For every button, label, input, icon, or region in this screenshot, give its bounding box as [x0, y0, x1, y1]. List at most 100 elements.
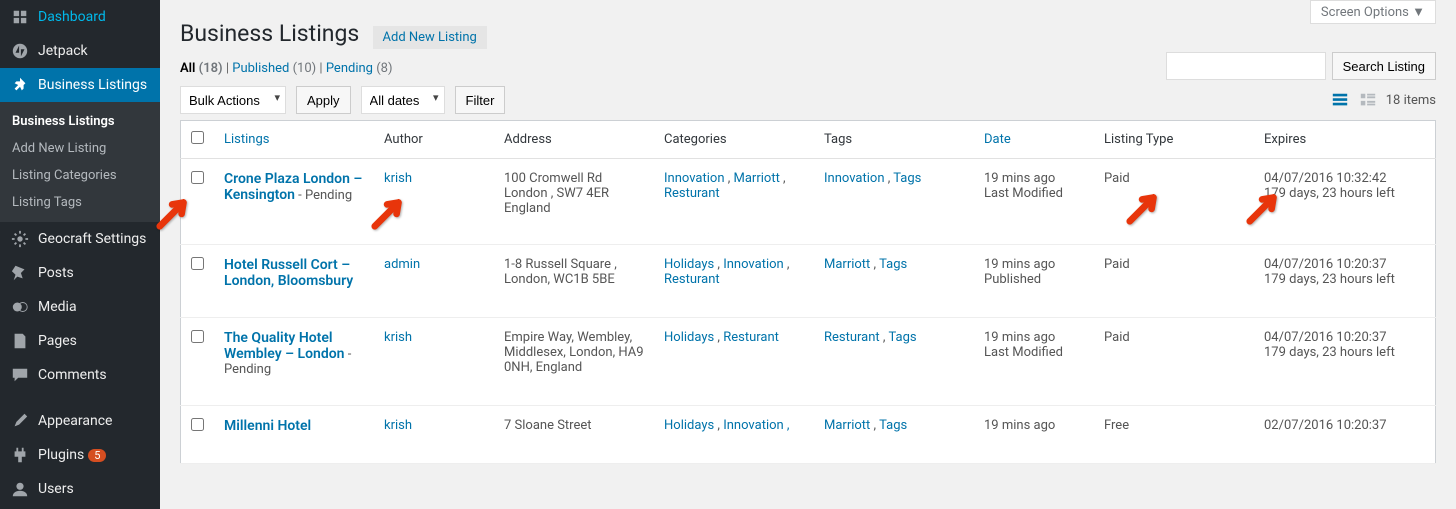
- sidebar-item-posts[interactable]: Posts: [0, 256, 160, 290]
- select-all-checkbox[interactable]: [191, 131, 204, 144]
- category-link[interactable]: Resturant: [664, 272, 720, 287]
- author-link[interactable]: krish: [384, 418, 412, 433]
- author-link[interactable]: admin: [384, 257, 420, 272]
- apply-button[interactable]: Apply: [296, 86, 351, 114]
- sidebar-item-comments[interactable]: Comments: [0, 358, 160, 392]
- tag-link[interactable]: Resturant: [824, 330, 880, 345]
- list-view-icon[interactable]: [1330, 90, 1350, 110]
- expires-cell: 04/07/2016 10:32:42179 days, 23 hours le…: [1254, 159, 1436, 245]
- tag-link[interactable]: Tags: [879, 257, 907, 272]
- listing-title[interactable]: Hotel Russell Cort – London, Bloomsbury: [224, 257, 353, 289]
- category-link[interactable]: Innovation ,: [723, 418, 789, 433]
- row-checkbox[interactable]: [191, 171, 204, 184]
- filter-button[interactable]: Filter: [455, 86, 506, 114]
- row-checkbox[interactable]: [191, 418, 204, 431]
- filter-all[interactable]: All (18): [180, 61, 223, 76]
- sidebar-item-jetpack[interactable]: Jetpack: [0, 34, 160, 68]
- col-listing-type: Listing Type: [1094, 121, 1254, 159]
- sidebar-item-media[interactable]: Media: [0, 290, 160, 324]
- sidebar-label: Media: [38, 299, 77, 315]
- author-link[interactable]: krish: [384, 171, 412, 186]
- sidebar-item-appearance[interactable]: Appearance: [0, 404, 160, 438]
- category-link[interactable]: Resturant: [723, 330, 779, 345]
- row-checkbox[interactable]: [191, 257, 204, 270]
- jetpack-icon: [10, 41, 30, 61]
- table-row: The Quality Hotel Wembley – London - Pen…: [181, 318, 1436, 406]
- tag-link[interactable]: Tags: [888, 330, 916, 345]
- sidebar-label: Plugins: [38, 447, 84, 463]
- date-cell: 19 mins agoPublished: [974, 245, 1094, 318]
- listing-type-cell: Free: [1094, 406, 1254, 464]
- table-row: Millenni Hotel krish 7 Sloane Street Holida…: [181, 406, 1436, 464]
- date-cell: 19 mins agoLast Modified: [974, 318, 1094, 406]
- dashboard-icon: [10, 7, 30, 27]
- submenu-item-categories[interactable]: Listing Categories: [0, 162, 160, 189]
- date-cell: 19 mins agoLast Modified: [974, 159, 1094, 245]
- sidebar-label: Comments: [38, 367, 107, 383]
- col-listings[interactable]: Listings: [224, 132, 269, 147]
- submenu-item-add-new[interactable]: Add New Listing: [0, 135, 160, 162]
- category-link[interactable]: Innovation: [723, 257, 784, 272]
- author-link[interactable]: krish: [384, 330, 412, 345]
- sidebar-label: Posts: [38, 265, 74, 281]
- tag-link[interactable]: Marriott: [824, 418, 870, 433]
- plugin-icon: [10, 445, 30, 465]
- category-link[interactable]: Holidays: [664, 418, 714, 433]
- sidebar-item-dashboard[interactable]: Dashboard: [0, 0, 160, 34]
- tag-link[interactable]: Tags: [879, 418, 907, 433]
- table-row: Hotel Russell Cort – London, Bloomsbury a…: [181, 245, 1436, 318]
- sidebar-label: Dashboard: [38, 9, 106, 25]
- main-content: Screen Options ▼ Business Listings Add N…: [160, 0, 1456, 509]
- tags-cell: Marriott , Tags: [814, 406, 974, 464]
- sidebar-item-geocraft[interactable]: Geocraft Settings: [0, 222, 160, 256]
- media-icon: [10, 297, 30, 317]
- sidebar-item-users[interactable]: Users: [0, 472, 160, 506]
- sidebar-item-plugins[interactable]: Plugins 5: [0, 438, 160, 472]
- sidebar-submenu: Business Listings Add New Listing Listin…: [0, 102, 160, 222]
- listings-table: Listings Author Address Categories Tags …: [180, 120, 1436, 464]
- expires-cell: 04/07/2016 10:20:37179 days, 23 hours le…: [1254, 318, 1436, 406]
- category-link[interactable]: Marriott: [734, 171, 780, 186]
- sidebar-item-business-listings[interactable]: Business Listings: [0, 68, 160, 102]
- filter-pending[interactable]: Pending (8): [326, 61, 393, 76]
- search-button[interactable]: Search Listing: [1332, 52, 1436, 80]
- col-date[interactable]: Date: [984, 132, 1011, 147]
- row-checkbox[interactable]: [191, 330, 204, 343]
- caret-down-icon: ▼: [1412, 5, 1425, 20]
- sidebar-label: Geocraft Settings: [38, 231, 146, 247]
- listing-title[interactable]: The Quality Hotel Wembley – London: [224, 330, 344, 362]
- address-cell: 7 Sloane Street: [494, 406, 654, 464]
- date-filter-select[interactable]: All dates: [361, 86, 445, 114]
- pin-icon: [10, 75, 30, 95]
- category-link[interactable]: Resturant: [664, 186, 720, 201]
- add-new-button[interactable]: Add New Listing: [373, 26, 487, 49]
- tag-link[interactable]: Marriott: [824, 257, 870, 272]
- search-input[interactable]: [1166, 52, 1326, 80]
- tags-cell: Marriott , Tags: [814, 245, 974, 318]
- category-link[interactable]: Holidays: [664, 257, 714, 272]
- sidebar-label: Appearance: [38, 413, 112, 429]
- sidebar-item-pages[interactable]: Pages: [0, 324, 160, 358]
- submenu-item-listings[interactable]: Business Listings: [0, 108, 160, 135]
- listing-title[interactable]: Millenni Hotel: [224, 418, 311, 434]
- bulk-actions-select[interactable]: Bulk Actions: [180, 86, 286, 114]
- col-expires: Expires: [1254, 121, 1436, 159]
- filter-published[interactable]: Published (10): [232, 61, 316, 76]
- tags-cell: Resturant , Tags: [814, 318, 974, 406]
- category-link[interactable]: Holidays: [664, 330, 714, 345]
- user-icon: [10, 479, 30, 499]
- comment-icon: [10, 365, 30, 385]
- screen-options-button[interactable]: Screen Options ▼: [1310, 0, 1436, 24]
- tag-link[interactable]: Tags: [893, 171, 921, 186]
- listing-type-cell: Paid: [1094, 159, 1254, 245]
- categories-cell: Innovation , Marriott , Resturant: [654, 159, 814, 245]
- category-link[interactable]: Innovation: [664, 171, 725, 186]
- tag-link[interactable]: Innovation: [824, 171, 885, 186]
- excerpt-view-icon[interactable]: [1358, 90, 1378, 110]
- col-address: Address: [494, 121, 654, 159]
- search-box: Search Listing: [1166, 52, 1436, 80]
- submenu-item-tags[interactable]: Listing Tags: [0, 189, 160, 216]
- expires-cell: 02/07/2016 10:20:37: [1254, 406, 1436, 464]
- col-author: Author: [374, 121, 494, 159]
- view-switch: 18 items: [1330, 90, 1436, 110]
